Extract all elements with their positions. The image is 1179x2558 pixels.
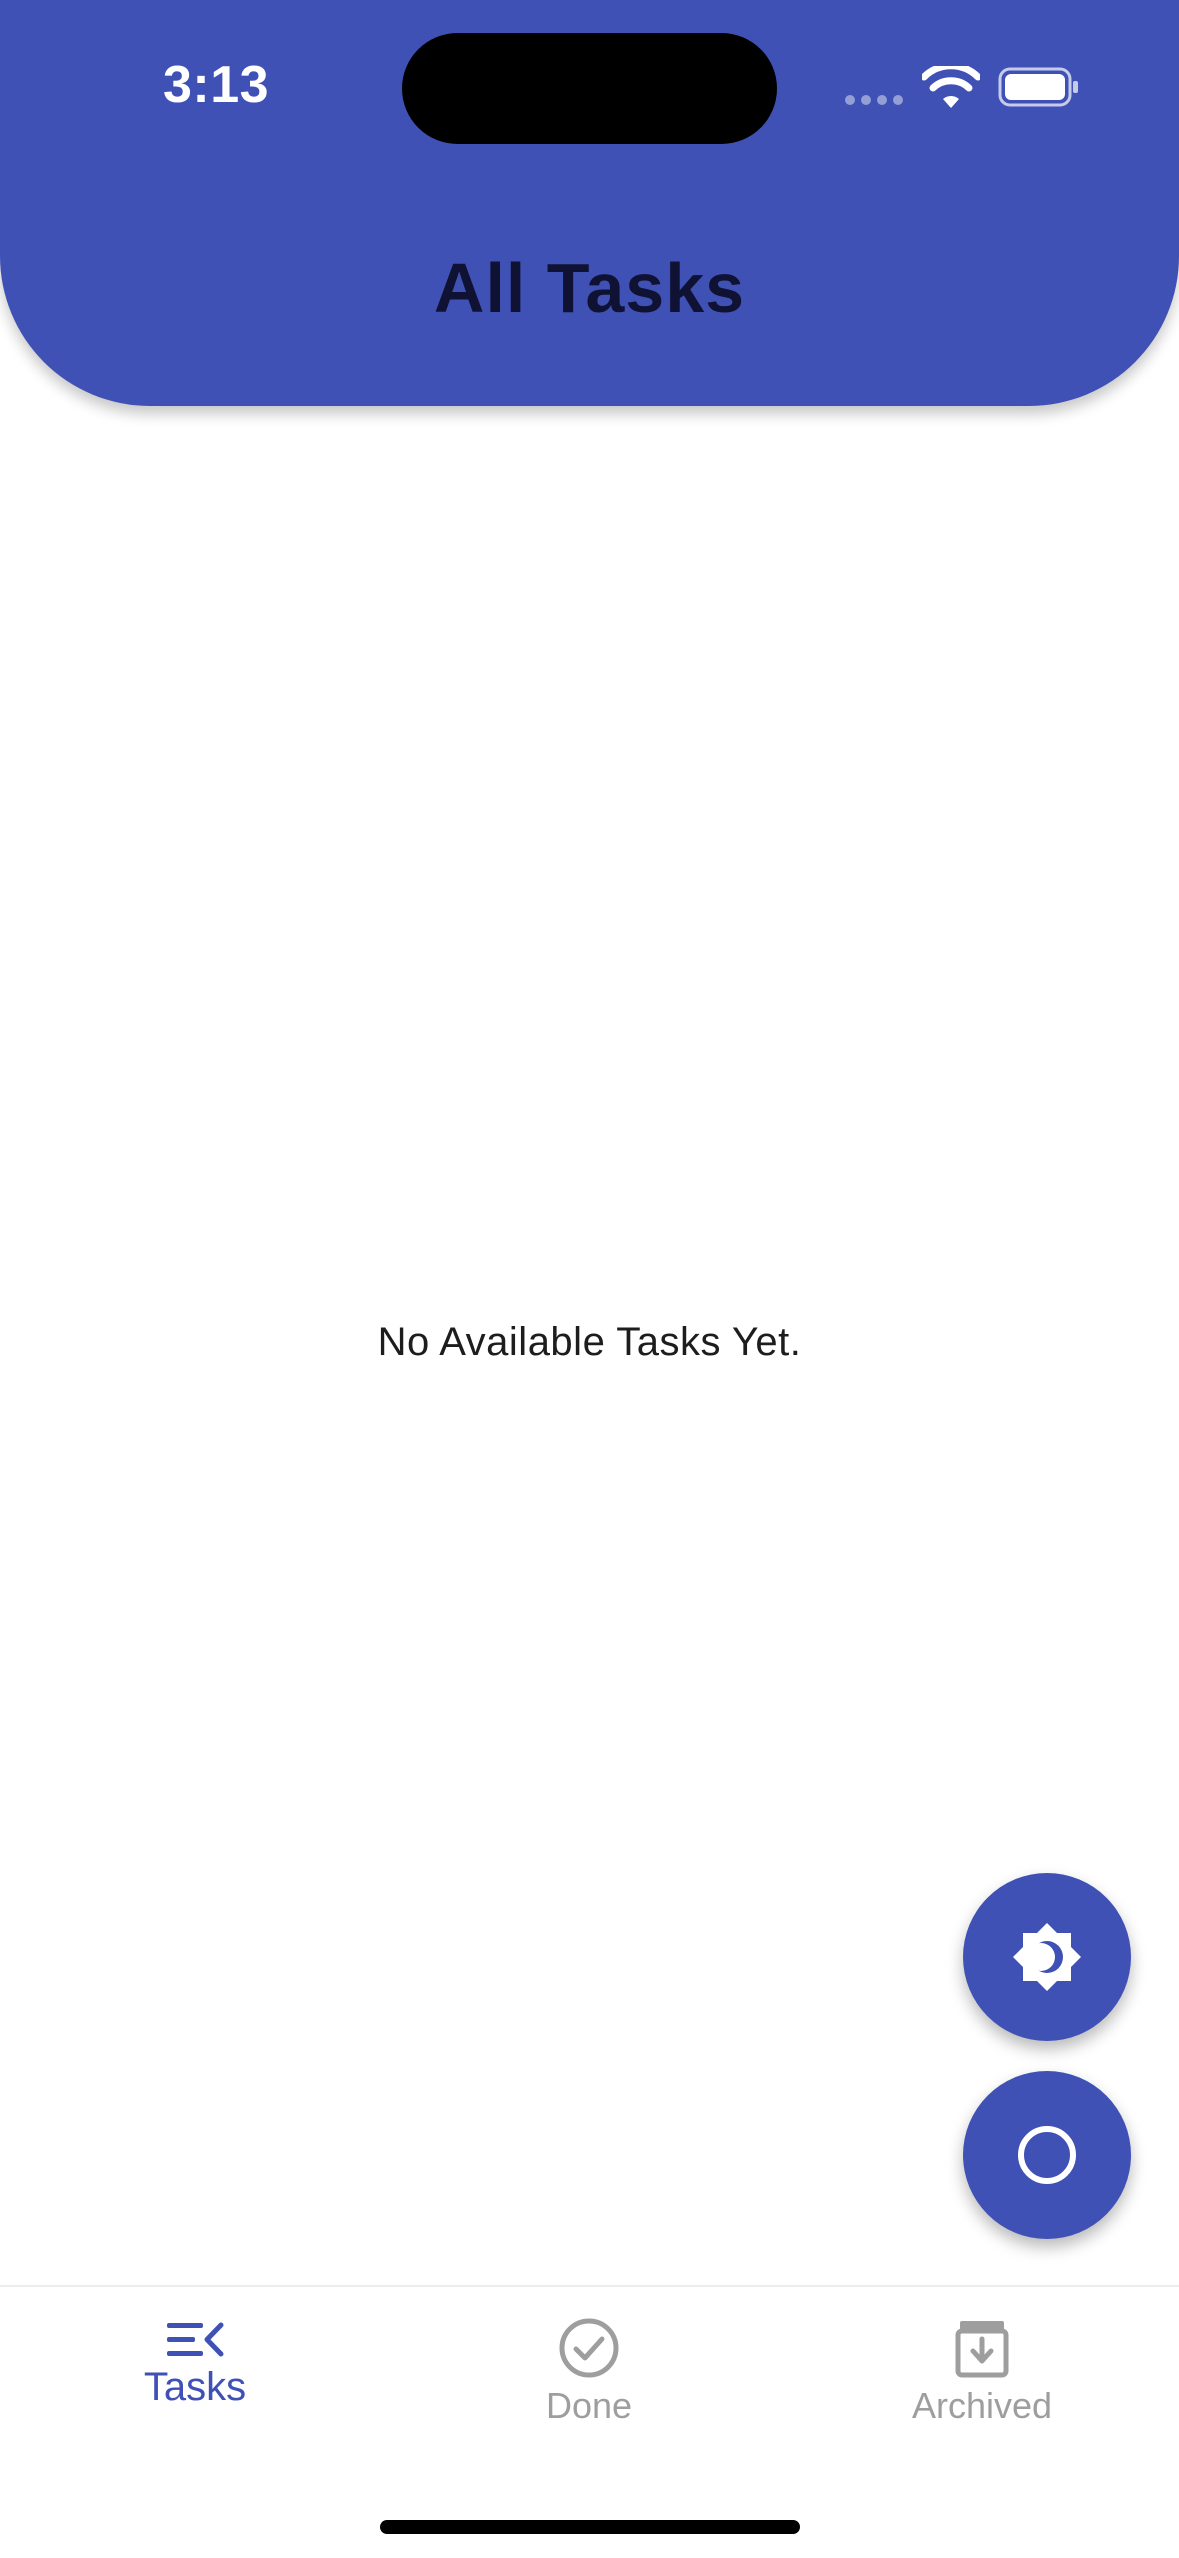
nav-label-archived: Archived — [911, 2385, 1053, 2426]
app-bar: 3:13 All Tasks — [0, 0, 1179, 406]
toggle-theme-button[interactable] — [963, 1873, 1131, 2041]
page-title: All Tasks — [433, 249, 746, 327]
status-time: 3:13 — [163, 56, 270, 114]
nav-item-archived[interactable]: Archived — [852, 2317, 1112, 2447]
menu-open-icon — [167, 2322, 224, 2357]
add-task-button[interactable] — [963, 2071, 1131, 2239]
bottom-navigation: Tasks Done Archived — [0, 2285, 1179, 2558]
nav-item-tasks[interactable]: Tasks — [65, 2317, 325, 2447]
battery-icon — [998, 67, 1078, 107]
archive-icon — [955, 2321, 1009, 2378]
nav-item-done[interactable]: Done — [459, 2317, 719, 2447]
empty-state-message: No Available Tasks Yet. — [377, 1320, 802, 1364]
dynamic-island — [402, 33, 777, 144]
brightness-icon — [1013, 1923, 1081, 1991]
signal-icon — [845, 95, 905, 107]
home-indicator[interactable] — [380, 2520, 800, 2534]
wifi-icon — [922, 66, 980, 108]
check-circle-icon — [559, 2318, 619, 2378]
nav-label-tasks: Tasks — [143, 2365, 247, 2409]
circle-icon — [1018, 2126, 1076, 2184]
nav-label-done: Done — [545, 2385, 633, 2426]
